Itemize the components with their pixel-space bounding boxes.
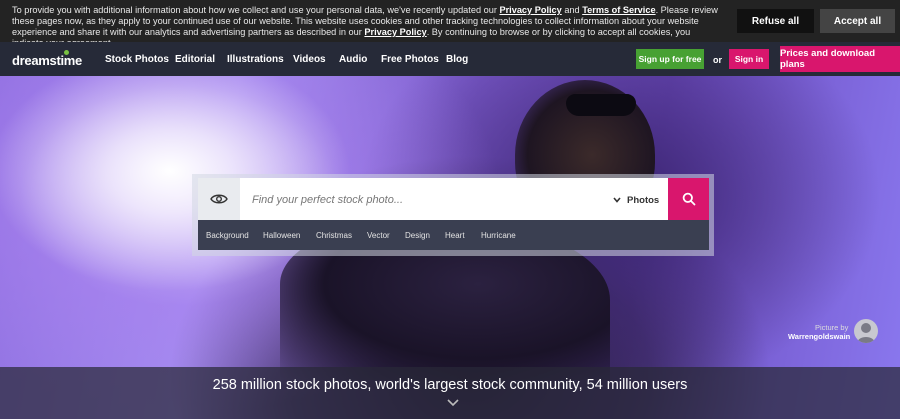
credit-author-link[interactable]: Warrengoldswain (788, 332, 850, 341)
search-type-label: Photos (627, 194, 660, 206)
nav-item-videos[interactable]: Videos (293, 54, 326, 65)
tag-background[interactable]: Background (206, 231, 249, 240)
stats-text: 258 million stock photos, world's larges… (212, 377, 688, 393)
avatar[interactable] (854, 319, 878, 343)
nav-item-blog[interactable]: Blog (446, 54, 468, 65)
tag-hurricane[interactable]: Hurricane (481, 231, 516, 240)
nav-item-free-photos[interactable]: Free Photos (381, 54, 439, 65)
nav-item-audio[interactable]: Audio (339, 54, 367, 65)
logo-dot (64, 50, 69, 55)
tag-christmas[interactable]: Christmas (316, 231, 352, 240)
credit-label: Picture by (815, 323, 849, 332)
search-input[interactable] (252, 190, 592, 210)
stats-strip (0, 367, 900, 419)
tag-vector[interactable]: Vector (367, 231, 390, 240)
prices-button[interactable]: Prices and download plans (780, 46, 900, 72)
search-icon (682, 192, 695, 206)
refuse-all-button[interactable]: Refuse all (737, 9, 814, 33)
dreamstime-logo[interactable]: dreamstime (12, 53, 82, 68)
chevron-down-icon (613, 197, 621, 203)
nav-item-illustrations[interactable]: Illustrations (227, 54, 284, 65)
tag-heart[interactable]: Heart (445, 231, 465, 240)
cookie-text-part: and (561, 5, 583, 15)
tag-design[interactable]: Design (405, 231, 430, 240)
hero-sunglasses (566, 94, 636, 116)
chevron-down-icon[interactable] (447, 399, 459, 407)
terms-of-service-link[interactable]: Terms of Service (582, 5, 655, 15)
user-avatar-icon (857, 323, 875, 343)
nav-item-stock-photos[interactable]: Stock Photos (105, 54, 169, 65)
visual-search-button[interactable] (198, 178, 240, 220)
sign-in-button[interactable]: Sign in (729, 49, 769, 69)
tag-halloween[interactable]: Halloween (263, 231, 300, 240)
sign-up-button[interactable]: Sign up for free (636, 49, 704, 69)
search-type-select[interactable]: Photos (613, 193, 663, 207)
or-label: or (713, 55, 722, 65)
cookie-banner: To provide you with additional informati… (0, 0, 900, 48)
privacy-policy-link-2[interactable]: Privacy Policy (364, 27, 426, 37)
search-button[interactable] (668, 178, 709, 220)
cookie-text-part: To provide you with additional informati… (12, 5, 500, 15)
privacy-policy-link[interactable]: Privacy Policy (499, 5, 561, 15)
accept-all-button[interactable]: Accept all (820, 9, 895, 33)
nav-item-editorial[interactable]: Editorial (175, 54, 215, 65)
eye-icon (210, 194, 228, 204)
